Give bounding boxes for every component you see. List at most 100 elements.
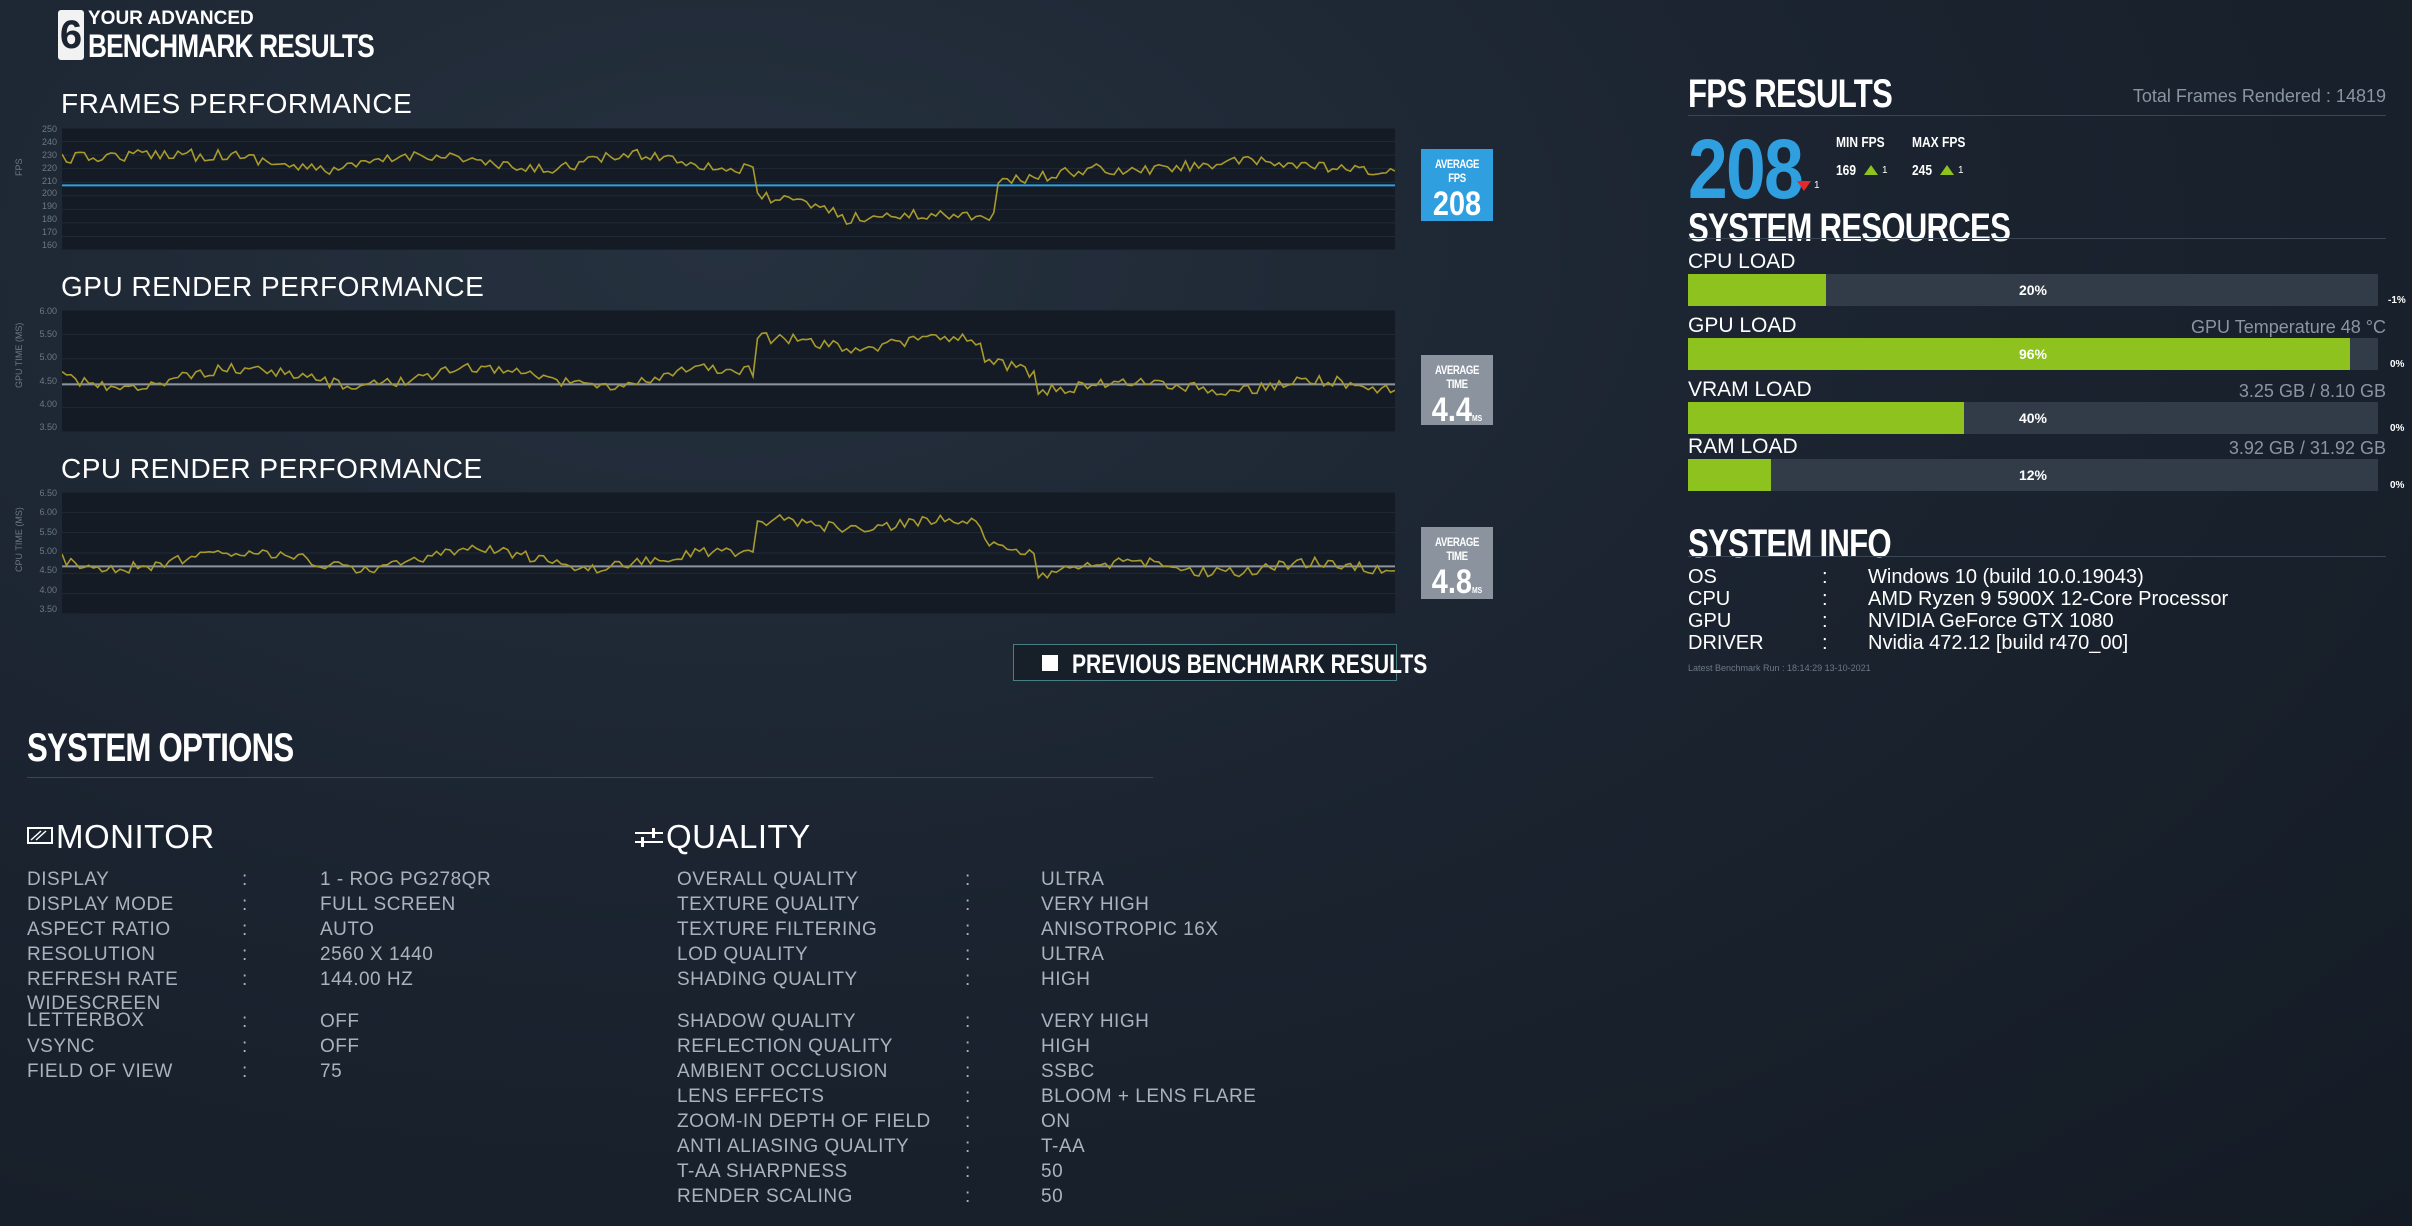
option-key: RENDER SCALING	[677, 1186, 853, 1207]
option-key: WIDESCREEN LETTERBOX	[27, 993, 161, 1031]
option-value: BLOOM + LENS FLARE	[1041, 1086, 1257, 1107]
option-sep: :	[242, 894, 248, 915]
option-sep: :	[965, 1011, 971, 1032]
option-key: ZOOM-IN DEPTH OF FIELD	[677, 1111, 931, 1132]
system-info-title: SYSTEM INFO	[1688, 522, 1892, 566]
option-value: 75	[320, 1061, 343, 1082]
info-sep: :	[1822, 588, 1828, 610]
option-sep: :	[965, 1061, 971, 1082]
min-fps-delta: 1	[1882, 165, 1888, 176]
fps-results-divider	[1688, 115, 2386, 116]
gpu-temperature: GPU Temperature 48 °C	[2191, 317, 2386, 337]
system-resources-divider	[1688, 238, 2386, 239]
ytick-label: 230	[41, 149, 57, 160]
option-key: FIELD OF VIEW	[27, 1061, 173, 1082]
option-key: SHADING QUALITY	[677, 969, 858, 990]
option-key: TEXTURE QUALITY	[677, 894, 860, 915]
system-info-divider	[1688, 556, 2386, 557]
vram-usage: 3.25 GB / 8.10 GB	[2238, 381, 2386, 401]
ytick-label: 6.00	[39, 507, 57, 518]
option-sep: :	[965, 919, 971, 940]
option-key: ANTI ALIASING QUALITY	[677, 1136, 910, 1157]
previous-benchmark-results-label: PREVIOUS BENCHMARK RESULTS	[1072, 649, 1428, 679]
option-value: 2560 X 1440	[320, 944, 434, 965]
option-key: REFRESH RATE	[27, 969, 179, 990]
cpu-load-percent: 20%	[2018, 282, 2048, 298]
option-value: 144.00 HZ	[320, 969, 414, 990]
option-value: FULL SCREEN	[320, 894, 456, 915]
ytick-label: 170	[41, 227, 57, 238]
option-value: ANISOTROPIC 16X	[1041, 919, 1219, 940]
option-key: T-AA SHARPNESS	[677, 1161, 848, 1182]
option-value: 50	[1041, 1186, 1064, 1207]
cpu-render-performance-title: CPU RENDER PERFORMANCE	[61, 453, 483, 484]
option-value: 1 - ROG PG278QR	[320, 869, 492, 890]
ytick-label: 4.50	[39, 375, 57, 386]
option-key: LENS EFFECTS	[677, 1086, 825, 1107]
cpu-load-label: CPU LOAD	[1688, 250, 1796, 273]
cpu-average-time-value: 4.8	[1431, 563, 1472, 601]
ytick-label: 6.50	[39, 488, 57, 498]
ram-load-delta: 0%	[2390, 480, 2405, 491]
max-fps-label: MAX FPS	[1912, 134, 1966, 151]
option-sep: :	[965, 1036, 971, 1057]
ram-load-percent: 12%	[2018, 467, 2048, 483]
performance-line	[62, 147, 1395, 226]
option-key: VSYNC	[27, 1036, 95, 1057]
sliders-icon	[634, 826, 664, 848]
ytick-label: 160	[41, 240, 57, 250]
gpu-load-percent: 96%	[2018, 346, 2048, 362]
ytick-label: 210	[41, 175, 57, 186]
max-fps-value: 245	[1912, 162, 1933, 179]
cpu-graph-plot	[62, 492, 1395, 614]
ytick-label: 5.00	[39, 352, 57, 363]
average-fps-label: AVERAGE FPS	[1435, 157, 1479, 185]
fps-down-arrow-icon	[1797, 181, 1811, 191]
option-value: OFF	[320, 1011, 360, 1032]
option-sep: :	[242, 869, 248, 890]
gpu-average-time-label: AVERAGE TIME	[1435, 363, 1479, 391]
frames-graph	[62, 128, 1395, 250]
info-key: CPU	[1688, 588, 1731, 610]
ytick-label: 250	[41, 124, 57, 134]
cpu-average-time-unit: MS	[1471, 586, 1483, 595]
ytick-label: 5.50	[39, 329, 57, 340]
system-info-row-gpu: GPU: NVIDIA GeForce GTX 1080	[1688, 610, 2228, 632]
quality-title: QUALITY	[666, 818, 811, 855]
previous-benchmark-results-button[interactable]: PREVIOUS BENCHMARK RESULTS	[1013, 644, 1427, 681]
ytick-label: 3.50	[39, 604, 57, 614]
info-key: OS	[1688, 566, 1717, 588]
cpu-graph	[62, 492, 1395, 614]
cpu-average-time-label: AVERAGE TIME	[1435, 535, 1479, 563]
max-fps-delta: 1	[1958, 165, 1964, 176]
option-key: SHADOW QUALITY	[677, 1011, 857, 1032]
monitor-icon	[27, 826, 53, 846]
option-value: OFF	[320, 1036, 360, 1057]
system-resources-title: SYSTEM RESOURCES	[1688, 206, 2011, 250]
vram-load-percent: 40%	[2018, 410, 2048, 426]
info-value: Windows 10 (build 10.0.19043)	[1868, 566, 2144, 588]
gpu-average-time-unit: MS	[1471, 414, 1483, 423]
option-key: OVERALL QUALITY	[677, 869, 859, 890]
info-value: Nvidia 472.12 [build r470_00]	[1868, 632, 2129, 654]
average-fps-big: 208	[1688, 122, 1804, 216]
option-value: ULTRA	[1041, 869, 1105, 890]
min-fps-value: 169	[1836, 162, 1857, 179]
option-value: VERY HIGH	[1041, 894, 1150, 915]
info-key: DRIVER	[1688, 632, 1764, 654]
info-sep: :	[1822, 632, 1828, 654]
option-sep: :	[242, 944, 248, 965]
average-fps-box: AVERAGE FPS 208	[1421, 149, 1493, 223]
cpu-average-time-box: AVERAGE TIME 4.8MS	[1421, 527, 1493, 601]
ytick-label: 4.50	[39, 565, 57, 576]
option-key: AMBIENT OCCLUSION	[677, 1061, 888, 1082]
option-key: RESOLUTION	[27, 944, 156, 965]
ytick-label: 240	[41, 136, 57, 147]
info-key: GPU	[1688, 610, 1732, 632]
system-options-title: SYSTEM OPTIONS	[27, 726, 294, 770]
gpu-graph	[62, 310, 1395, 432]
option-sep: :	[965, 944, 971, 965]
option-key: ASPECT RATIO	[27, 919, 171, 940]
ram-usage: 3.92 GB / 31.92 GB	[2228, 438, 2386, 458]
system-info-table: OS: Windows 10 (build 10.0.19043) CPU: AMD…	[1688, 566, 2228, 654]
